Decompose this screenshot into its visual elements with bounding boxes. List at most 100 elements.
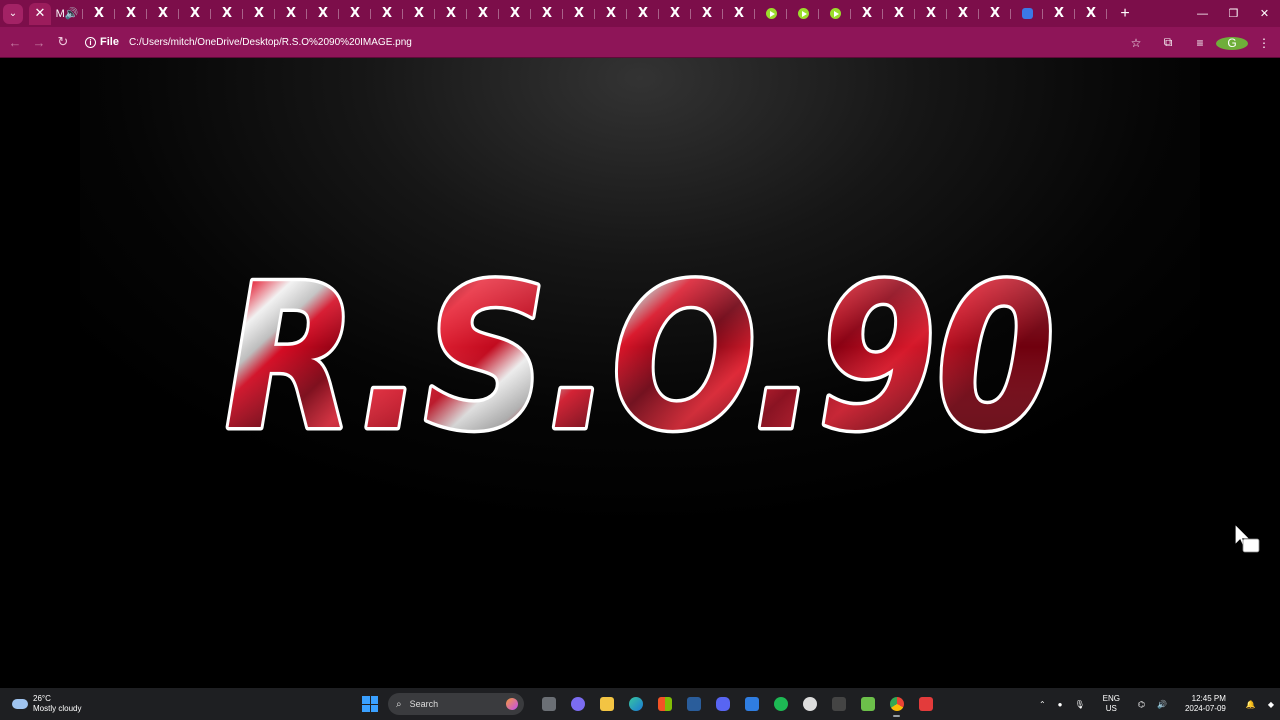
spotify-button[interactable] [766, 690, 795, 718]
tab-x[interactable]: X [947, 3, 979, 25]
language-indicator[interactable]: ENG US [1097, 694, 1126, 714]
chrome-button[interactable] [882, 690, 911, 718]
tab-x[interactable]: X [723, 3, 755, 25]
recorder-button[interactable] [911, 690, 940, 718]
search-icon: ⌕ [396, 698, 402, 710]
tab-active[interactable]: ✕ [29, 2, 51, 25]
lang-bottom: US [1105, 704, 1117, 713]
x-logo-icon: X [669, 6, 681, 21]
x-logo-icon: X [189, 6, 201, 21]
task-view-button[interactable] [534, 690, 563, 718]
security-button[interactable] [737, 690, 766, 718]
extensions-icon[interactable]: ⧉ [1152, 35, 1184, 50]
edge-button[interactable] [621, 690, 650, 718]
forward-button[interactable]: → [27, 35, 51, 50]
address-toolbar: ← → ↻ i File C:/Users/mitch/OneDrive/Des… [0, 27, 1280, 58]
tab-x[interactable]: X [243, 3, 275, 25]
reload-button[interactable]: ↻ [51, 34, 75, 50]
tab-bar: ⌄ ✕ M🔊 X X X X X X X X X X X X X X X X X… [0, 0, 1280, 27]
tab-x[interactable]: X [403, 3, 435, 25]
tab-x[interactable]: X [659, 3, 691, 25]
x-logo-icon: X [317, 6, 329, 21]
tab-x[interactable]: X [467, 3, 499, 25]
reading-list-icon[interactable]: ≡ [1184, 36, 1216, 50]
tab-x[interactable]: X [883, 3, 915, 25]
mouse-cursor-icon [1234, 523, 1260, 553]
x-logo-icon: X [221, 6, 233, 21]
tab-x[interactable]: X [627, 3, 659, 25]
network-icon[interactable]: ⌬ [1138, 700, 1145, 709]
x-logo-icon: X [477, 6, 489, 21]
store-button[interactable] [650, 690, 679, 718]
tab-x[interactable]: X [307, 3, 339, 25]
tab-x[interactable]: X [915, 3, 947, 25]
tab-x[interactable]: X [275, 3, 307, 25]
tab-rumble[interactable] [755, 3, 787, 25]
new-tab-button[interactable]: + [1113, 5, 1137, 23]
close-icon[interactable]: ✕ [35, 6, 46, 21]
tab-x[interactable]: X [435, 3, 467, 25]
camtasia-button[interactable] [853, 690, 882, 718]
tab-x[interactable]: X [371, 3, 403, 25]
tab-x[interactable]: X [595, 3, 627, 25]
file-explorer-button[interactable] [592, 690, 621, 718]
chevron-up-icon[interactable]: ⌃ [1039, 700, 1046, 709]
obs-icon [802, 697, 817, 711]
site-info-button[interactable]: i File [85, 36, 119, 48]
address-bar[interactable]: C:/Users/mitch/OneDrive/Desktop/R.S.O%20… [129, 37, 412, 48]
x-logo-icon: X [861, 6, 873, 21]
tab-x[interactable]: X [115, 3, 147, 25]
displayed-image: R.S.O.90 R.S.O.90 [80, 58, 1200, 688]
tab-x[interactable]: X [1075, 3, 1107, 25]
steam-icon [686, 697, 701, 711]
tab-x[interactable]: X [179, 3, 211, 25]
clock[interactable]: 12:45 PM 2024-07-09 [1179, 694, 1232, 714]
tab-search-button[interactable]: ⌄ [3, 3, 23, 24]
restore-button[interactable]: ❐ [1218, 0, 1249, 27]
x-logo-icon: X [893, 6, 905, 21]
play-icon [829, 8, 841, 19]
tab-x[interactable]: X [83, 3, 115, 25]
notification-bell-icon[interactable]: 🔔 [1246, 700, 1256, 709]
menu-kebab-icon[interactable]: ⋮ [1248, 36, 1280, 50]
tab-x[interactable]: X [339, 3, 371, 25]
tab-google[interactable] [1011, 3, 1043, 25]
tab-x[interactable]: X [531, 3, 563, 25]
tab-rumble[interactable] [787, 3, 819, 25]
weather-temp: 26°C [33, 694, 51, 703]
volume-icon[interactable]: 🔊 [1157, 700, 1167, 709]
play-icon [765, 8, 777, 19]
bookmark-star-icon[interactable]: ☆ [1120, 36, 1152, 50]
minimize-button[interactable]: — [1187, 0, 1218, 27]
app-tray-icon[interactable]: ● [1058, 700, 1063, 709]
tab-x[interactable]: X [691, 3, 723, 25]
steam-button[interactable] [679, 690, 708, 718]
tab-x[interactable]: X [499, 3, 531, 25]
teams-button[interactable] [563, 690, 592, 718]
back-button[interactable]: ← [3, 35, 27, 50]
microphone-icon[interactable]: 🎙 [1075, 700, 1085, 709]
x-logo-icon: X [125, 6, 137, 21]
epic-games-button[interactable] [824, 690, 853, 718]
weather-widget[interactable]: 26°C Mostly cloudy [12, 694, 342, 714]
tab-rumble[interactable] [819, 3, 851, 25]
clock-date: 2024-07-09 [1184, 704, 1226, 713]
profile-button[interactable]: G [1216, 36, 1248, 50]
tab-x[interactable]: X [979, 3, 1011, 25]
copilot-icon[interactable]: ◆ [1268, 700, 1274, 709]
chrome-icon [889, 697, 904, 711]
obs-button[interactable] [795, 690, 824, 718]
x-logo-icon: X [381, 6, 393, 21]
x-logo-icon: X [509, 6, 521, 21]
tab-x[interactable]: X [211, 3, 243, 25]
tab-x[interactable]: X [1043, 3, 1075, 25]
taskbar-search[interactable]: ⌕ Search [388, 693, 524, 715]
tab-x[interactable]: X [147, 3, 179, 25]
tab-media[interactable]: M🔊 [51, 3, 83, 25]
tab-x[interactable]: X [851, 3, 883, 25]
discord-button[interactable] [708, 690, 737, 718]
x-logo-icon: X [413, 6, 425, 21]
tab-x[interactable]: X [563, 3, 595, 25]
close-window-button[interactable]: ✕ [1249, 0, 1280, 27]
windows-start-icon[interactable] [362, 696, 378, 712]
